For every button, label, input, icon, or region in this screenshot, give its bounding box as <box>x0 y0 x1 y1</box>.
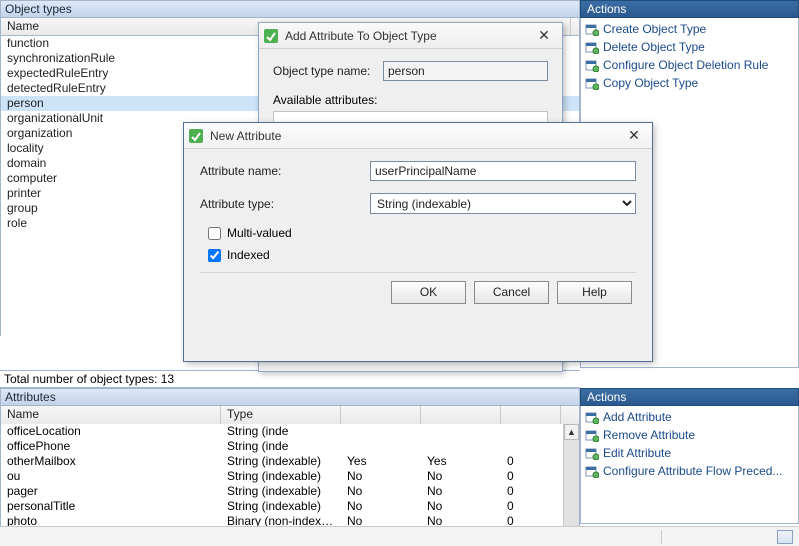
cell-mv: No <box>341 484 421 499</box>
col-attr-name[interactable]: Name <box>1 406 221 424</box>
action-icon <box>585 428 599 442</box>
new-cancel-button[interactable]: Cancel <box>474 281 549 304</box>
action-label: Copy Object Type <box>603 74 698 92</box>
attribute-row[interactable]: ouString (indexable)NoNo0 <box>1 469 579 484</box>
scroll-up-icon[interactable]: ▲ <box>564 424 579 440</box>
action-top-1[interactable]: Delete Object Type <box>583 38 796 56</box>
new-ok-button[interactable]: OK <box>391 281 466 304</box>
attributes-table-header: Name Type <box>1 406 579 424</box>
action-icon <box>585 464 599 478</box>
scroll-track[interactable] <box>564 440 579 526</box>
cell-type: String (indexable) <box>221 499 341 514</box>
attr-type-select[interactable]: String (indexable) <box>370 193 636 214</box>
multi-valued-checkbox[interactable] <box>208 227 221 240</box>
cell-name: officeLocation <box>1 424 221 439</box>
action-bot-0[interactable]: Add Attribute <box>583 408 796 426</box>
cell-mv: No <box>341 469 421 484</box>
action-bot-3[interactable]: Configure Attribute Flow Preced... <box>583 462 796 480</box>
cell-idx: No <box>421 469 501 484</box>
indexed-checkbox[interactable] <box>208 249 221 262</box>
cell-idx: No <box>421 499 501 514</box>
cell-num: 0 <box>501 499 561 514</box>
action-top-3[interactable]: Copy Object Type <box>583 74 796 92</box>
cell-num: 0 <box>501 484 561 499</box>
action-label: Delete Object Type <box>603 38 705 56</box>
cell-name: otherMailbox <box>1 454 221 469</box>
action-icon <box>585 446 599 460</box>
close-icon[interactable]: ✕ <box>530 27 558 45</box>
status-icon[interactable] <box>777 530 793 544</box>
action-label: Configure Object Deletion Rule <box>603 56 768 74</box>
cell-name: officePhone <box>1 439 221 454</box>
attribute-row[interactable]: personalTitleString (indexable)NoNo0 <box>1 499 579 514</box>
action-top-2[interactable]: Configure Object Deletion Rule <box>583 56 796 74</box>
cell-mv: No <box>341 499 421 514</box>
col-attr-idx[interactable] <box>421 406 501 424</box>
cell-mv: Yes <box>341 454 421 469</box>
action-icon <box>585 58 599 72</box>
attributes-header: Attributes <box>0 388 580 406</box>
obj-type-name-label: Object type name: <box>273 64 383 78</box>
cell-type: String (indexable) <box>221 469 341 484</box>
cell-idx: No <box>421 484 501 499</box>
action-bot-2[interactable]: Edit Attribute <box>583 444 796 462</box>
new-dialog-title: New Attribute <box>210 129 620 143</box>
cell-name: personalTitle <box>1 499 221 514</box>
actions-bot-header: Actions <box>580 388 799 406</box>
attribute-row[interactable]: otherMailboxString (indexable)YesYes0 <box>1 454 579 469</box>
col-attr-mv[interactable] <box>341 406 421 424</box>
action-icon <box>585 410 599 424</box>
app-icon <box>188 128 204 144</box>
cell-type: String (indexable) <box>221 454 341 469</box>
object-types-header: Object types <box>0 0 580 18</box>
action-label: Edit Attribute <box>603 444 671 462</box>
cell-name: pager <box>1 484 221 499</box>
cell-num: 0 <box>501 454 561 469</box>
object-types-total: Total number of object types: 13 <box>0 370 580 388</box>
attr-name-label: Attribute name: <box>200 164 370 178</box>
cell-name: ou <box>1 469 221 484</box>
cell-type: String (inde <box>221 439 341 454</box>
attribute-row[interactable]: pagerString (indexable)NoNo0 <box>1 484 579 499</box>
action-top-0[interactable]: Create Object Type <box>583 20 796 38</box>
cell-type: String (inde <box>221 424 341 439</box>
attribute-row[interactable]: officePhoneString (inde <box>1 439 579 454</box>
col-attr-type[interactable]: Type <box>221 406 341 424</box>
add-dialog-title: Add Attribute To Object Type <box>285 29 530 43</box>
cell-num: 0 <box>501 469 561 484</box>
attr-name-field[interactable] <box>370 161 636 181</box>
new-help-button[interactable]: Help <box>557 281 632 304</box>
obj-type-name-field <box>383 61 548 81</box>
attributes-scrollbar[interactable]: ▲ ▼ <box>563 424 579 542</box>
multi-valued-label: Multi-valued <box>227 226 292 240</box>
action-bot-1[interactable]: Remove Attribute <box>583 426 796 444</box>
cell-idx <box>421 439 501 454</box>
action-icon <box>585 76 599 90</box>
cell-num <box>501 439 561 454</box>
cell-type: String (indexable) <box>221 484 341 499</box>
action-icon <box>585 40 599 54</box>
col-attr-num[interactable] <box>501 406 561 424</box>
close-icon[interactable]: ✕ <box>620 127 648 145</box>
status-bar <box>0 526 799 546</box>
attribute-row[interactable]: officeLocationString (inde <box>1 424 579 439</box>
cell-idx <box>421 424 501 439</box>
new-attribute-dialog: New Attribute ✕ Attribute name: Attribut… <box>183 122 653 362</box>
cell-mv <box>341 439 421 454</box>
action-label: Remove Attribute <box>603 426 695 444</box>
action-label: Add Attribute <box>603 408 672 426</box>
app-icon <box>263 28 279 44</box>
action-icon <box>585 22 599 36</box>
attr-type-label: Attribute type: <box>200 197 370 211</box>
attributes-list[interactable]: officeLocationString (indeofficePhoneStr… <box>1 424 579 542</box>
cell-mv <box>341 424 421 439</box>
action-label: Configure Attribute Flow Preced... <box>603 462 782 480</box>
action-label: Create Object Type <box>603 20 706 38</box>
actions-top-header: Actions <box>580 0 799 18</box>
indexed-label: Indexed <box>227 248 270 262</box>
cell-num <box>501 424 561 439</box>
available-attributes-label: Available attributes: <box>273 93 548 107</box>
cell-idx: Yes <box>421 454 501 469</box>
